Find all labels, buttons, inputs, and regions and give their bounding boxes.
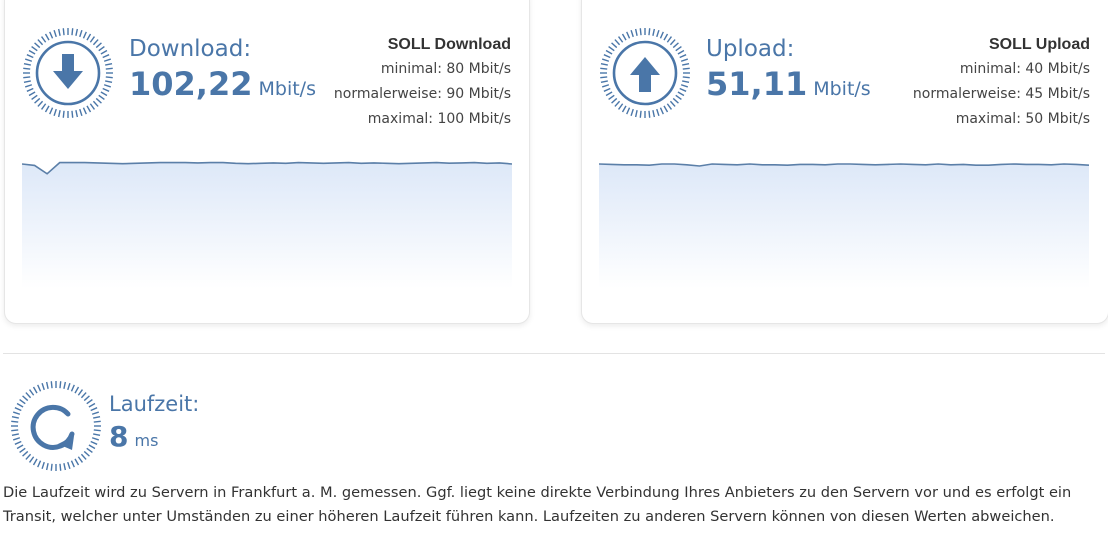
download-label: Download: bbox=[129, 36, 252, 62]
latency-gauge-icon bbox=[11, 381, 101, 471]
refresh-icon bbox=[30, 404, 75, 450]
upload-target-max: maximal: 50 Mbit/s bbox=[955, 111, 1090, 127]
upload-chart-area bbox=[599, 164, 1089, 289]
upload-target-box: SOLL Upload minimal: 40 Mbit/s normalerw… bbox=[913, 33, 1090, 132]
upload-label: Upload: bbox=[706, 36, 795, 62]
upload-value: 51,11 Mbit/s bbox=[706, 65, 871, 103]
latency-label: Laufzeit: bbox=[109, 392, 200, 416]
download-card: Download: 102,22 Mbit/s SOLL Download min… bbox=[4, 0, 530, 324]
download-gauge-icon bbox=[23, 28, 113, 118]
download-value: 102,22 Mbit/s bbox=[129, 65, 316, 103]
upload-target-min: minimal: 40 Mbit/s bbox=[959, 61, 1090, 77]
upload-card: Upload: 51,11 Mbit/s SOLL Upload minimal:… bbox=[581, 0, 1108, 324]
section-divider bbox=[3, 353, 1105, 354]
latency-value: 8 ms bbox=[109, 420, 158, 453]
download-target-min: minimal: 80 Mbit/s bbox=[380, 61, 511, 77]
latency-note: Die Laufzeit wird zu Servern in Frankfur… bbox=[3, 484, 1072, 525]
download-chart bbox=[22, 161, 512, 289]
latency-unit: ms bbox=[134, 431, 159, 450]
download-target-max: maximal: 100 Mbit/s bbox=[367, 111, 511, 127]
arrow-down-icon bbox=[53, 54, 83, 89]
download-target-title: SOLL Download bbox=[387, 36, 511, 53]
upload-chart bbox=[599, 163, 1089, 289]
upload-value-number: 51,11 bbox=[706, 65, 808, 103]
download-unit: Mbit/s bbox=[258, 78, 316, 100]
upload-gauge-icon bbox=[600, 28, 690, 118]
download-value-number: 102,22 bbox=[129, 65, 253, 103]
download-target-normal: normalerweise: 90 Mbit/s bbox=[333, 86, 511, 102]
upload-target-normal: normalerweise: 45 Mbit/s bbox=[912, 86, 1090, 102]
download-chart-area bbox=[22, 162, 512, 289]
download-target-box: SOLL Download minimal: 80 Mbit/s normale… bbox=[334, 33, 511, 132]
upload-unit: Mbit/s bbox=[813, 78, 871, 100]
upload-target-title: SOLL Upload bbox=[988, 36, 1090, 53]
arrow-up-icon bbox=[630, 57, 660, 92]
latency-value-number: 8 bbox=[109, 420, 129, 453]
